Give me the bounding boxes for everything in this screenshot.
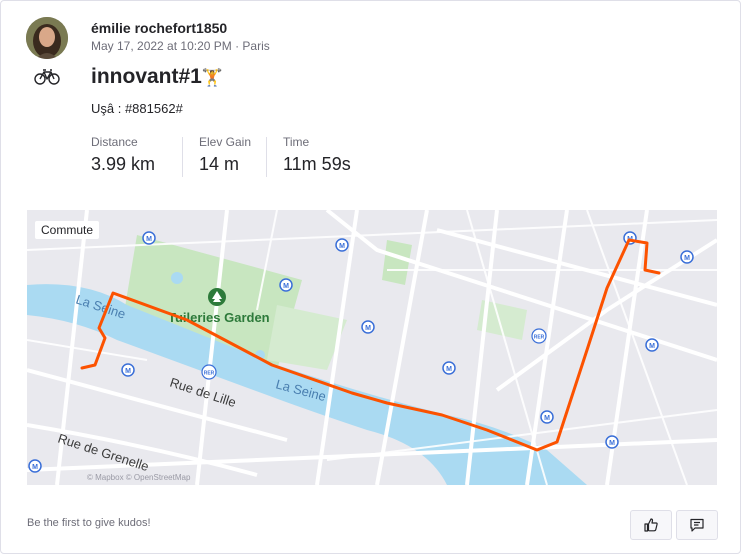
stat-elev-gain: Elev Gain 14 m [199,135,251,175]
svg-text:RER: RER [534,335,545,341]
svg-text:M: M [544,415,550,422]
activity-description: Uşâ : #881562# [91,101,183,116]
svg-text:M: M [283,283,289,290]
comment-button[interactable] [676,510,718,540]
stat-value: 11m 59s [283,154,351,174]
svg-text:M: M [609,440,615,447]
stat-value: 3.99 km [91,154,156,174]
svg-text:M: M [339,243,345,250]
stat-label: Time [283,135,310,149]
stat-time: Time 11m 59s [283,135,351,175]
svg-text:M: M [365,325,371,332]
stat-distance: Distance 3.99 km [91,135,155,175]
svg-text:M: M [32,464,38,471]
svg-text:M: M [649,343,655,350]
stat-divider [266,137,267,177]
svg-text:M: M [125,368,131,375]
activity-title[interactable]: innovant#1🏋 [91,65,223,89]
stat-value: 14 m [199,154,240,174]
svg-text:M: M [684,255,690,262]
athlete-name[interactable]: émilie rochefort1850 [91,20,227,36]
kudos-prompt: Be the first to give kudos! [27,517,151,529]
park-tree-icon [208,288,226,306]
thumbs-up-icon [644,518,658,532]
stat-label: Distance [91,135,138,149]
kudos-button[interactable] [630,510,672,540]
stat-label: Elev Gain [199,135,252,149]
map-canvas: M M M M M M M M M M M M RER RER Tuilerie… [27,210,717,485]
activity-card: émilie rochefort1850 May 17, 2022 at 10:… [0,0,741,554]
commute-badge: Commute [35,221,100,239]
activity-timestamp: May 17, 2022 at 10:20 PM · Paris [91,39,270,53]
stat-divider [182,137,183,177]
svg-text:M: M [446,366,452,373]
bike-icon [34,69,60,85]
activity-title-text[interactable]: innovant#1 [91,65,202,88]
athlete-avatar[interactable] [26,17,68,59]
svg-text:RER: RER [204,371,215,377]
avatar-photo [26,17,68,59]
comment-icon [690,518,704,532]
title-emoji: 🏋 [201,68,224,87]
map-attribution: © Mapbox © OpenStreetMap [87,473,191,482]
route-map[interactable]: M M M M M M M M M M M M RER RER Tuilerie… [27,210,717,485]
svg-text:M: M [146,236,152,243]
